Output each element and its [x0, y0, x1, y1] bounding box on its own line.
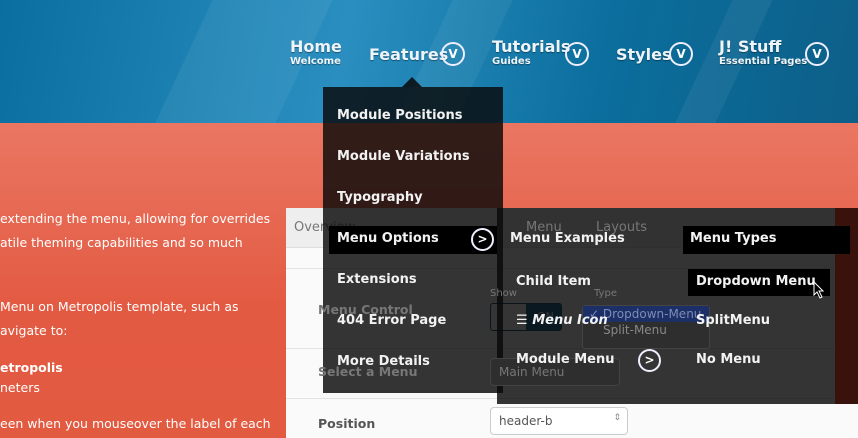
type-label: Type — [594, 288, 617, 299]
nav-jstuff[interactable]: J! Stuff Essential Pages — [719, 37, 808, 68]
nav-title: J! Stuff — [719, 37, 782, 56]
position-select[interactable]: header-b ⇕ — [490, 407, 628, 435]
list-icon: ☰ — [516, 313, 533, 328]
menu-item-module-variations[interactable]: Module Variations — [337, 149, 470, 164]
chevron-down-icon[interactable]: V — [441, 42, 465, 66]
body-text: Menu on Metropolis template, such as — [0, 299, 239, 314]
show-label: Show — [490, 288, 517, 299]
menu-item-splitmenu[interactable]: SplitMenu — [696, 313, 770, 328]
body-text: atile theming capabilities and so much — [0, 235, 243, 250]
menu-item-module-positions[interactable]: Module Positions — [337, 108, 462, 123]
menu-item-child-item[interactable]: Child Item — [516, 274, 591, 289]
menu-item-menu-types[interactable]: Menu Types — [690, 231, 776, 246]
body-text: een when you mouseover the label of each — [0, 416, 271, 431]
menu-item-typography[interactable]: Typography — [337, 190, 423, 205]
nav-title: Tutorials — [492, 37, 571, 56]
menu-item-module-menu[interactable]: Module Menu — [516, 352, 615, 367]
nav-sub: Essential Pages — [719, 56, 808, 67]
chevron-down-icon[interactable]: V — [565, 42, 589, 66]
nav-title: Home — [290, 37, 342, 56]
menu-item-more-details[interactable]: More Details — [337, 354, 430, 369]
nav-sub: Guides — [492, 56, 531, 67]
chevron-down-icon[interactable]: V — [805, 42, 829, 66]
label-position: Position — [318, 416, 376, 431]
option-label: Dropdown-Menu — [602, 307, 702, 321]
nav-title: Features — [369, 45, 449, 64]
nav-title: Styles — [616, 45, 672, 64]
body-text: etropolis — [0, 360, 63, 375]
menu-item-menu-examples[interactable]: Menu Examples — [510, 231, 625, 246]
nav-tutorials[interactable]: Tutorials Guides — [492, 37, 571, 68]
chevron-down-icon[interactable]: V — [669, 42, 693, 66]
menu-item-extensions[interactable]: Extensions — [337, 272, 417, 287]
nav-home[interactable]: Home Welcome — [290, 37, 342, 68]
select-value: Main Menu — [499, 365, 565, 379]
chevron-right-icon[interactable]: > — [638, 349, 661, 372]
nav-features[interactable]: Features — [369, 46, 448, 64]
nav-styles[interactable]: Styles — [616, 46, 671, 64]
chevron-right-icon[interactable]: > — [471, 228, 494, 251]
menu-item-dropdown-menu[interactable]: Dropdown Menu — [696, 274, 816, 289]
nav-sub: Welcome — [290, 56, 341, 67]
cursor-icon — [813, 281, 825, 299]
dropdown-arrow — [402, 77, 422, 87]
menu-item-404[interactable]: 404 Error Page — [337, 313, 446, 328]
menu-item-menu-icon[interactable]: ☰ Menu Icon — [516, 313, 608, 328]
updown-icon: ⇕ — [613, 413, 621, 423]
body-text: neters — [0, 380, 40, 395]
body-text: extending the menu, allowing for overrid… — [0, 211, 271, 226]
menu-item-no-menu[interactable]: No Menu — [696, 352, 761, 367]
menu-item-label: Menu Icon — [532, 313, 608, 328]
select-value: header-b — [499, 414, 553, 428]
menu-item-menu-options[interactable]: Menu Options — [337, 231, 439, 246]
body-text: avigate to: — [0, 323, 68, 338]
